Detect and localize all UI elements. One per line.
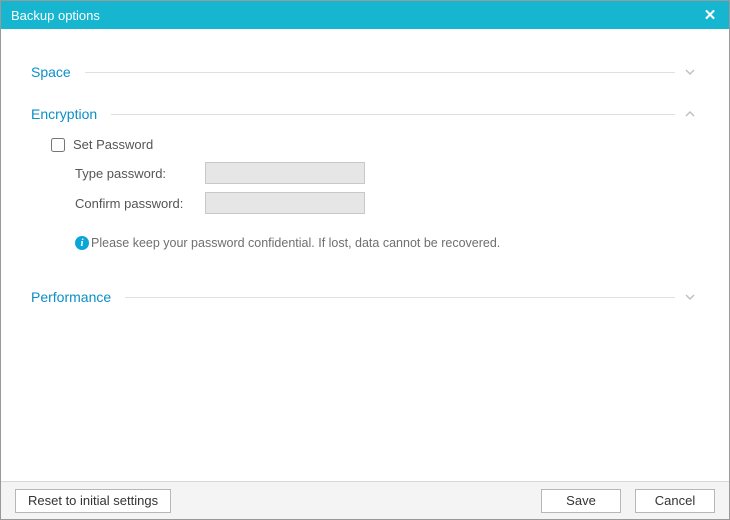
save-button[interactable]: Save	[541, 489, 621, 513]
type-password-row: Type password:	[75, 162, 699, 184]
info-icon: i	[75, 236, 89, 250]
set-password-label: Set Password	[73, 137, 153, 152]
section-space: Space	[31, 63, 699, 81]
section-performance-header[interactable]: Performance	[31, 288, 699, 306]
set-password-checkbox[interactable]	[51, 138, 65, 152]
confirm-password-label: Confirm password:	[75, 196, 205, 211]
section-encryption-title: Encryption	[31, 106, 107, 122]
titlebar: Backup options ✕	[1, 1, 729, 29]
backup-options-dialog: Backup options ✕ Space Encryption	[0, 0, 730, 520]
section-space-title: Space	[31, 64, 81, 80]
chevron-down-icon	[681, 288, 699, 306]
section-encryption-body: Set Password Type password: Confirm pass…	[31, 123, 699, 264]
section-encryption: Encryption Set Password Type password: C…	[31, 105, 699, 264]
close-icon[interactable]: ✕	[699, 4, 721, 26]
reset-button[interactable]: Reset to initial settings	[15, 489, 171, 513]
encryption-info: i Please keep your password confidential…	[75, 236, 699, 250]
type-password-input[interactable]	[205, 162, 365, 184]
cancel-button[interactable]: Cancel	[635, 489, 715, 513]
encryption-info-text: Please keep your password confidential. …	[91, 236, 500, 250]
type-password-label: Type password:	[75, 166, 205, 181]
confirm-password-input[interactable]	[205, 192, 365, 214]
section-space-header[interactable]: Space	[31, 63, 699, 81]
section-encryption-header[interactable]: Encryption	[31, 105, 699, 123]
divider	[85, 72, 675, 73]
window-title: Backup options	[11, 8, 699, 23]
set-password-row: Set Password	[51, 137, 699, 152]
dialog-footer: Reset to initial settings Save Cancel	[1, 481, 729, 519]
divider	[111, 114, 675, 115]
section-performance: Performance	[31, 288, 699, 306]
chevron-up-icon	[681, 105, 699, 123]
dialog-content: Space Encryption Set Password	[1, 29, 729, 481]
confirm-password-row: Confirm password:	[75, 192, 699, 214]
divider	[125, 297, 675, 298]
chevron-down-icon	[681, 63, 699, 81]
section-performance-title: Performance	[31, 289, 121, 305]
